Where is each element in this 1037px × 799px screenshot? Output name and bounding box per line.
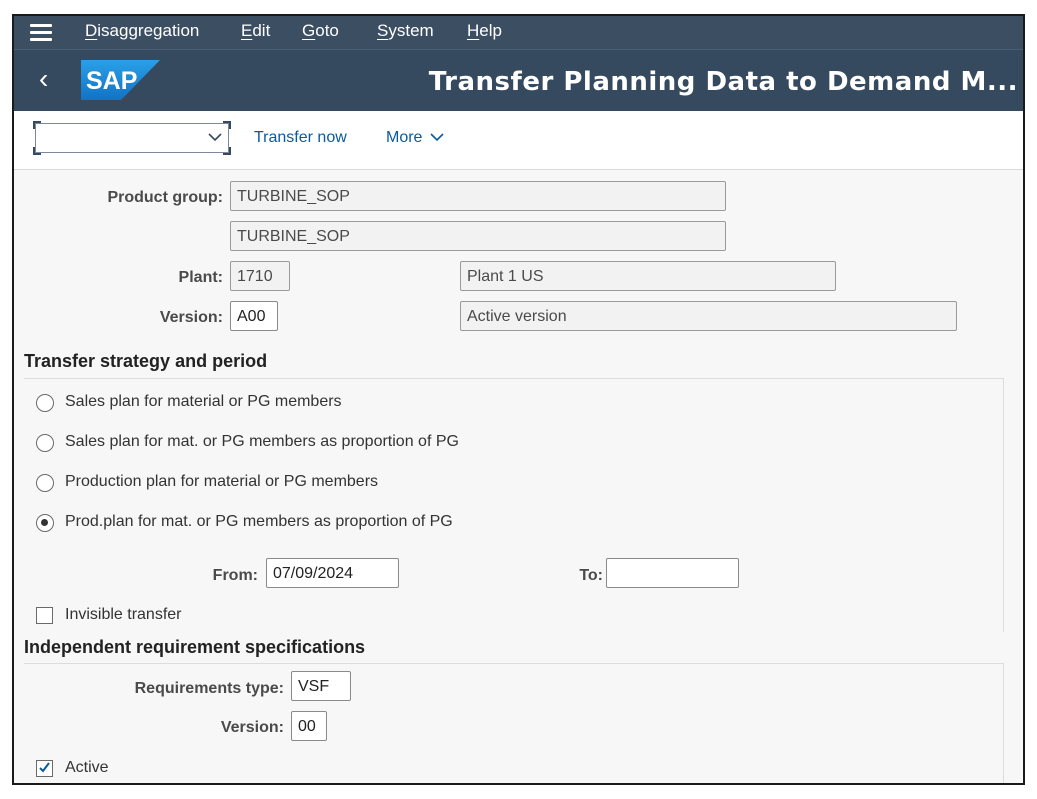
menu-disaggregation[interactable]: Disaggregation <box>85 21 199 41</box>
active-checkbox[interactable] <box>36 760 53 777</box>
version-label: Version: <box>159 309 223 326</box>
to-label: To: <box>579 567 603 584</box>
more-button[interactable]: More <box>386 129 444 147</box>
radio-label: Sales plan for material or PG members <box>65 393 342 410</box>
menu-help[interactable]: Help <box>467 21 502 41</box>
shell-header: ‹ SAP Transfer Planning Data to Demand M… <box>14 49 1023 111</box>
radio-production-proportion[interactable] <box>36 514 54 532</box>
requirements-version-label: Version: <box>220 719 284 736</box>
more-label: More <box>386 129 423 146</box>
product-group-field[interactable]: TURBINE_SOP <box>230 181 726 211</box>
requirements-type-label: Requirements type: <box>134 680 284 697</box>
sap-window: Disaggregation Edit Goto System Help ‹ S… <box>12 14 1025 785</box>
requirements-type-field[interactable]: VSF <box>291 671 351 701</box>
requirements-version-field[interactable]: 00 <box>291 711 327 741</box>
menu-edit[interactable]: Edit <box>241 21 270 41</box>
plant-label: Plant: <box>178 269 223 286</box>
menu-system[interactable]: System <box>377 21 434 41</box>
requirements-section-title: Independent requirement specifications <box>24 637 366 657</box>
plant-field[interactable]: 1710 <box>230 261 290 291</box>
plant-desc: Plant 1 US <box>460 261 836 291</box>
checkmark-icon <box>39 762 50 773</box>
radio-label: Production plan for material or PG membe… <box>65 473 379 490</box>
menu-goto[interactable]: Goto <box>302 21 339 41</box>
invisible-transfer-checkbox[interactable] <box>36 607 53 624</box>
command-field[interactable] <box>33 121 231 155</box>
transfer-group <box>24 378 1004 632</box>
product-group-desc: TURBINE_SOP <box>230 221 726 251</box>
transfer-now-button[interactable]: Transfer now <box>254 129 347 147</box>
menu-bar: Disaggregation Edit Goto System Help <box>14 16 1023 49</box>
radio-label: Prod.plan for mat. or PG members as prop… <box>65 513 453 530</box>
back-icon[interactable]: ‹ <box>39 64 48 94</box>
transfer-section-title: Transfer strategy and period <box>24 351 268 371</box>
checkbox-label: Invisible transfer <box>65 606 182 623</box>
product-group-label: Product group: <box>107 189 223 206</box>
from-label: From: <box>212 567 258 584</box>
version-desc: Active version <box>460 301 957 331</box>
page-title: Transfer Planning Data to Demand M... <box>428 67 1018 97</box>
from-date-field[interactable]: 07/09/2024 <box>266 558 399 588</box>
radio-sales-material[interactable] <box>36 394 54 412</box>
hamburger-menu-icon[interactable] <box>30 24 52 41</box>
version-field[interactable]: A00 <box>230 301 278 331</box>
to-date-field[interactable] <box>606 558 739 588</box>
chevron-down-icon <box>430 133 444 142</box>
radio-sales-proportion[interactable] <box>36 434 54 452</box>
sap-logo[interactable]: SAP <box>81 60 160 100</box>
radio-production-material[interactable] <box>36 474 54 492</box>
sap-logo-text: SAP <box>86 67 137 95</box>
checkbox-label: Active <box>65 759 109 776</box>
radio-label: Sales plan for mat. or PG members as pro… <box>65 433 459 450</box>
toolbar: Transfer now More <box>14 111 1023 170</box>
chevron-down-icon[interactable] <box>208 130 222 144</box>
